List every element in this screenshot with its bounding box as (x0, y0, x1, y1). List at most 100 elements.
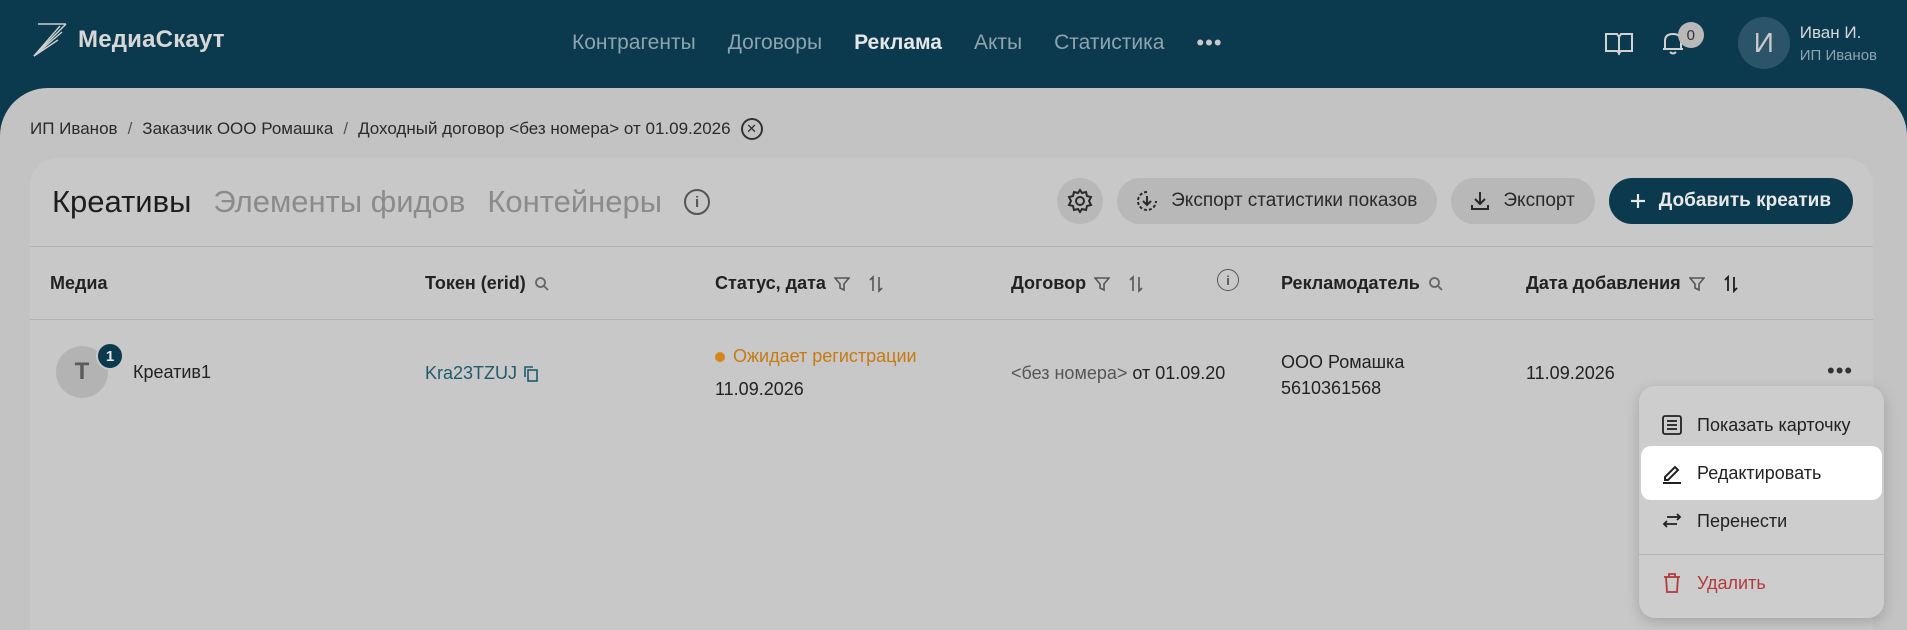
trash-icon (1664, 573, 1680, 593)
breadcrumb-item-contract[interactable]: Доходный договор <без номера> от 01.09.2… (358, 119, 731, 139)
status-dot-icon (715, 351, 725, 362)
menu-edit-label: Редактировать (1697, 462, 1822, 483)
app-name: МедиаСкаут (78, 26, 225, 53)
nav-acts[interactable]: Акты (974, 31, 1022, 55)
breadcrumb-separator: / (127, 119, 133, 138)
top-navbar: МедиаСкаут Контрагенты Договоры Реклама … (0, 0, 1907, 88)
sort-icon[interactable] (868, 274, 884, 293)
avatar[interactable]: И (1737, 17, 1790, 69)
column-contract-info: i (1217, 269, 1239, 291)
creatives-card: Креативы Элементы фидов Контейнеры i Экс… (30, 158, 1873, 630)
row-actions-more-button[interactable]: ••• (1827, 358, 1853, 384)
column-advertiser: Рекламодатель (1281, 273, 1444, 294)
info-icon[interactable]: i (684, 189, 711, 215)
tabs: Креативы Элементы фидов Контейнеры i (52, 184, 711, 220)
column-status: Статус, дата (715, 273, 884, 294)
nav-counterparties[interactable]: Контрагенты (572, 31, 696, 55)
menu-show-card-label: Показать карточку (1697, 414, 1851, 435)
breadcrumb-item-org[interactable]: ИП Иванов (30, 119, 118, 139)
tab-creatives[interactable]: Креативы (52, 184, 191, 220)
contract-number: <без номера> (1011, 363, 1128, 383)
export-label: Экспорт (1503, 190, 1575, 211)
status-cell: Ожидает регистрации 11.09.2026 (715, 346, 917, 400)
column-contract-label: Договор (1011, 273, 1087, 293)
list-icon (1662, 415, 1682, 435)
sort-icon[interactable] (1128, 274, 1144, 293)
search-icon[interactable] (534, 276, 550, 292)
add-creative-button[interactable]: Добавить креатив (1608, 178, 1853, 224)
breadcrumb-separator: / (343, 119, 349, 138)
search-icon[interactable] (1428, 276, 1444, 292)
copy-icon[interactable] (523, 365, 539, 383)
tab-containers[interactable]: Контейнеры (487, 184, 662, 220)
advertiser-inn: 5610361568 (1281, 378, 1382, 398)
info-icon[interactable]: i (1217, 269, 1239, 291)
column-added: Дата добавления (1526, 273, 1739, 294)
creative-name[interactable]: Креатив1 (133, 362, 211, 383)
table-header: Медиа Токен (erid) Статус, дата Договор (30, 246, 1873, 320)
status-badge: Ожидает регистрации (715, 346, 917, 367)
breadcrumb-item-customer[interactable]: Заказчик ООО Ромашка (142, 119, 333, 139)
user-info[interactable]: Иван И. ИП Иванов (1800, 23, 1877, 64)
user-org: ИП Иванов (1799, 46, 1877, 64)
page-content: ИП Иванов / Заказчик ООО Ромашка / Доход… (0, 88, 1907, 630)
nav-statistics[interactable]: Статистика (1054, 31, 1164, 55)
token-link[interactable]: Kra23TZUJ (425, 363, 539, 384)
column-token: Токен (erid) (425, 273, 550, 294)
export-button[interactable]: Экспорт (1451, 178, 1595, 224)
export-stats-button[interactable]: Экспорт статистики показов (1117, 178, 1438, 224)
notifications-badge: 0 (1677, 22, 1704, 48)
menu-delete-label: Удалить (1697, 572, 1766, 593)
nav-more-button[interactable]: ••• (1196, 30, 1222, 56)
filter-icon[interactable] (1094, 276, 1111, 292)
filter-icon[interactable] (833, 276, 850, 292)
main-nav: Контрагенты Договоры Реклама Акты Статис… (572, 28, 1223, 58)
status-date: 11.09.2026 (715, 379, 804, 399)
advertiser-cell: ООО Ромашка 5610361568 (1281, 349, 1404, 401)
menu-show-card[interactable]: Показать карточку (1641, 398, 1882, 452)
menu-move[interactable]: Перенести (1641, 494, 1882, 548)
toolbar: Экспорт статистики показов Экспорт Добав… (1057, 178, 1853, 224)
table-row[interactable]: Т 1 Креатив1 Kra23TZUJ Ожидает регистрац… (30, 320, 1873, 428)
contract-date: от 01.09.20 (1127, 363, 1226, 383)
export-stats-label: Экспорт статистики показов (1171, 190, 1418, 211)
menu-edit[interactable]: Редактировать (1641, 446, 1882, 500)
user-name: Иван И. (1799, 22, 1862, 42)
nav-contracts[interactable]: Договоры (728, 31, 822, 55)
contract-cell[interactable]: <без номера> от 01.09.20 (1011, 363, 1225, 384)
bell-icon[interactable]: 0 (1656, 22, 1704, 60)
column-media: Медиа (50, 273, 108, 294)
column-token-label: Токен (erid) (425, 273, 526, 293)
nav-advertising[interactable]: Реклама (854, 31, 942, 55)
sort-icon[interactable] (1723, 274, 1739, 293)
download-icon (1471, 192, 1490, 210)
column-media-label: Медиа (50, 273, 108, 293)
settings-button[interactable] (1057, 178, 1104, 224)
menu-move-label: Перенести (1697, 510, 1788, 531)
advertiser-name: ООО Ромашка (1281, 352, 1405, 372)
media-count-badge: 1 (96, 342, 124, 370)
gear-icon (1067, 188, 1093, 214)
book-icon[interactable] (1602, 26, 1636, 60)
breadcrumb: ИП Иванов / Заказчик ООО Ромашка / Доход… (30, 118, 763, 140)
clear-filter-close-icon[interactable]: ✕ (740, 118, 763, 140)
tab-feed-elements[interactable]: Элементы фидов (213, 184, 465, 220)
plus-icon (1630, 194, 1645, 208)
header-actions: 0 И Иван И. ИП Иванов (1602, 15, 1877, 71)
pencil-icon (1663, 465, 1681, 484)
column-added-label: Дата добавления (1526, 273, 1681, 293)
swap-arrows-icon (1662, 513, 1682, 528)
token-value: Kra23TZUJ (425, 363, 518, 383)
app-logo[interactable]: МедиаСкаут (30, 20, 225, 60)
logo-rays-icon (33, 23, 67, 57)
menu-delete[interactable]: Удалить (1641, 556, 1882, 610)
column-advertiser-label: Рекламодатель (1281, 273, 1420, 293)
download-circle-icon (1137, 191, 1158, 211)
status-text: Ожидает регистрации (733, 346, 917, 366)
row-context-menu: Показать карточку Редактировать Перенест… (1639, 386, 1884, 618)
column-contract: Договор (1011, 273, 1144, 294)
filter-icon[interactable] (1688, 276, 1705, 292)
column-status-label: Статус, дата (715, 273, 826, 293)
menu-divider (1639, 554, 1884, 555)
added-date: 11.09.2026 (1526, 363, 1615, 383)
